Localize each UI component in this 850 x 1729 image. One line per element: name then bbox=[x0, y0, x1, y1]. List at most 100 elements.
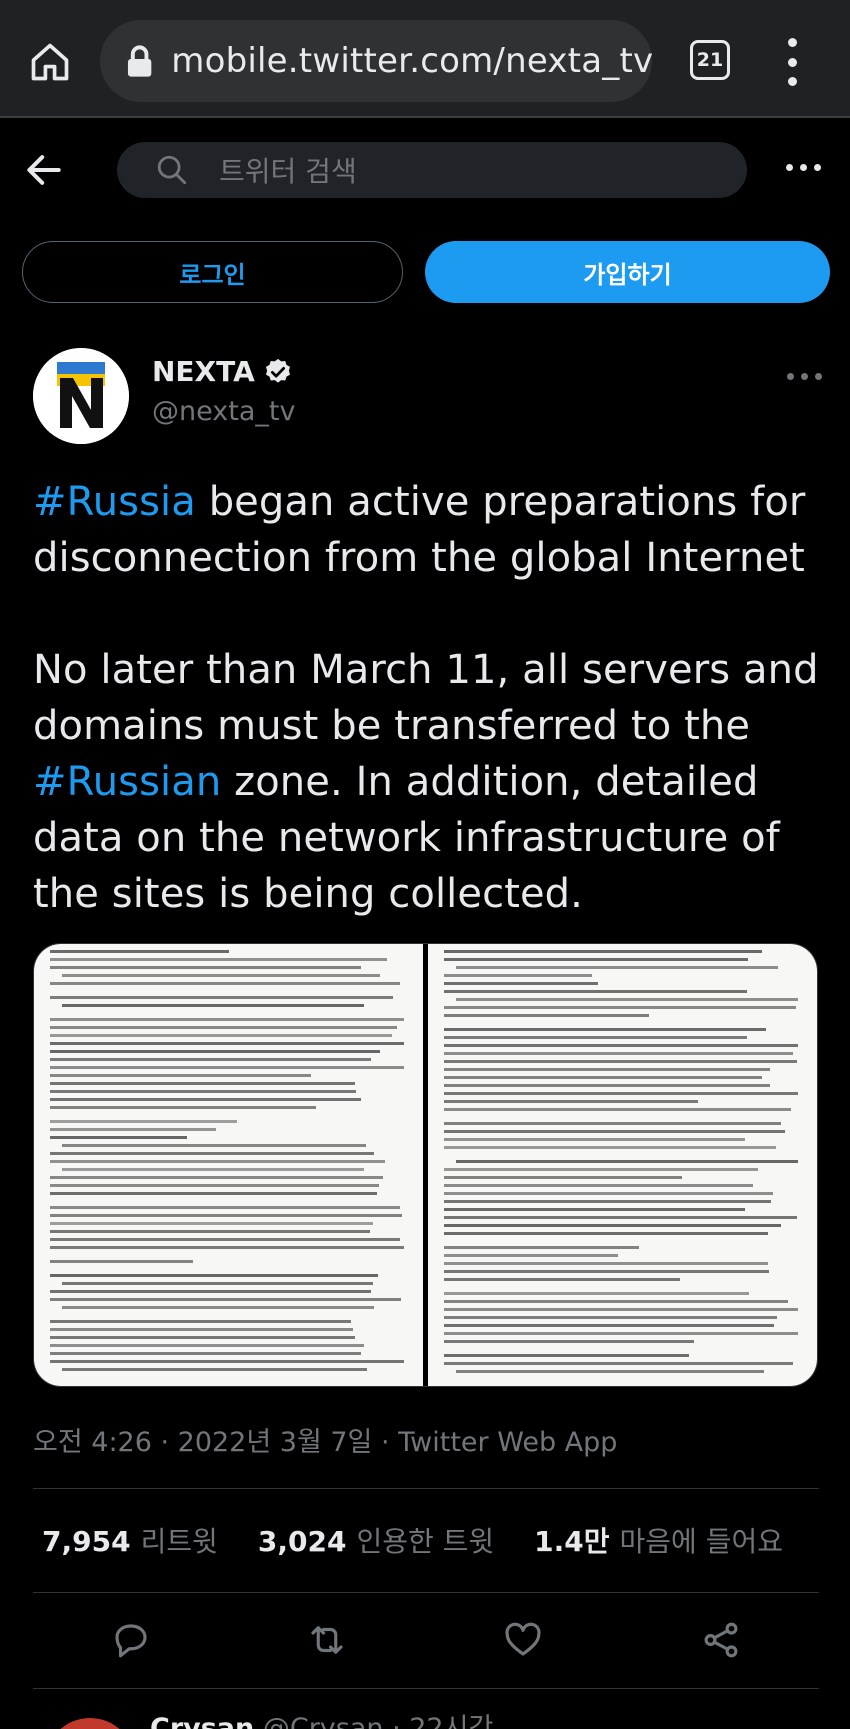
back-arrow-icon[interactable] bbox=[22, 148, 66, 192]
document-text-line bbox=[444, 1138, 746, 1141]
document-text-line bbox=[50, 1184, 379, 1187]
document-text-line bbox=[444, 1362, 794, 1365]
avatar[interactable] bbox=[33, 348, 129, 444]
tweet-actions bbox=[0, 1615, 850, 1665]
document-text-line bbox=[444, 1036, 748, 1039]
document-text-line bbox=[62, 1004, 365, 1007]
document-text-line bbox=[50, 1074, 312, 1077]
next-tweet-header[interactable]: Crysan @Crysan · 22시간 bbox=[150, 1706, 493, 1729]
search-input[interactable]: 트위터 검색 bbox=[117, 142, 747, 198]
document-image-1[interactable] bbox=[34, 944, 423, 1386]
document-text-line bbox=[50, 996, 393, 999]
next-tweet-avatar[interactable] bbox=[45, 1718, 135, 1729]
document-text-line bbox=[62, 1168, 364, 1171]
document-text-line bbox=[62, 1306, 375, 1309]
document-text-line bbox=[50, 1106, 316, 1109]
search-icon bbox=[157, 155, 187, 185]
document-text-line bbox=[50, 1238, 400, 1241]
document-text-line bbox=[444, 982, 599, 985]
document-text-line bbox=[50, 1034, 392, 1037]
document-text-line bbox=[444, 1044, 798, 1047]
likes-stat[interactable]: 1.4만 마음에 들어요 bbox=[534, 1520, 783, 1560]
document-text-line bbox=[444, 1146, 776, 1149]
hashtag-link[interactable]: #Russia bbox=[33, 479, 196, 525]
url-text: mobile.twitter.com/nexta_tv/ bbox=[171, 41, 652, 81]
document-text-line bbox=[444, 958, 748, 961]
document-text-line bbox=[50, 1298, 401, 1301]
signup-button[interactable]: 가입하기 bbox=[425, 241, 830, 303]
tab-switcher-button[interactable]: 21 bbox=[690, 40, 730, 80]
document-text-line bbox=[50, 1260, 193, 1263]
document-text-line bbox=[50, 1176, 384, 1179]
search-placeholder: 트위터 검색 bbox=[219, 155, 357, 188]
document-text-line bbox=[62, 1368, 368, 1371]
document-text-line bbox=[50, 982, 401, 985]
document-text-line bbox=[444, 1176, 682, 1179]
document-text-line bbox=[444, 1270, 770, 1273]
retweets-stat[interactable]: 7,954 리트윗 bbox=[42, 1520, 218, 1560]
document-text-line bbox=[50, 1230, 371, 1233]
document-text-line bbox=[444, 1014, 650, 1017]
document-text-line bbox=[50, 1246, 404, 1249]
document-text-line bbox=[444, 1068, 770, 1071]
document-text-line bbox=[444, 1224, 781, 1227]
lock-icon bbox=[127, 45, 152, 77]
document-text-line bbox=[444, 1028, 766, 1031]
like-icon[interactable] bbox=[498, 1615, 548, 1665]
quotes-stat[interactable]: 3,024 인용한 트윗 bbox=[258, 1520, 494, 1560]
document-image-2[interactable] bbox=[428, 944, 817, 1386]
document-text-line bbox=[456, 998, 798, 1001]
author-name[interactable]: NEXTA bbox=[152, 355, 293, 388]
document-text-line bbox=[444, 1354, 689, 1357]
tweet-more-icon[interactable] bbox=[787, 373, 822, 380]
document-text-line bbox=[50, 1344, 364, 1347]
document-text-line bbox=[444, 1084, 770, 1087]
document-text-line bbox=[444, 1092, 798, 1095]
share-icon[interactable] bbox=[696, 1615, 746, 1665]
more-options-icon[interactable] bbox=[786, 164, 821, 171]
divider bbox=[33, 1688, 819, 1689]
document-text-line bbox=[50, 1360, 404, 1363]
document-text-line bbox=[50, 1352, 361, 1355]
document-text-line bbox=[444, 1232, 768, 1235]
document-text-line bbox=[50, 1066, 404, 1069]
retweet-icon[interactable] bbox=[302, 1615, 352, 1665]
tweet-text: #Russia began active preparations for di… bbox=[33, 474, 833, 922]
document-text-line bbox=[444, 1316, 777, 1319]
document-text-line bbox=[50, 1128, 216, 1131]
author-handle[interactable]: @nexta_tv bbox=[152, 396, 295, 427]
document-text-line bbox=[444, 1200, 772, 1203]
document-text-line bbox=[456, 1370, 764, 1373]
browser-menu-icon[interactable] bbox=[776, 38, 808, 86]
document-text-line bbox=[444, 1122, 781, 1125]
document-text-line bbox=[50, 966, 361, 969]
document-text-line bbox=[456, 1160, 798, 1163]
hashtag-link[interactable]: #Russian bbox=[33, 759, 221, 805]
document-text-line bbox=[50, 1136, 188, 1139]
document-text-line bbox=[444, 1308, 798, 1311]
document-text-line bbox=[456, 966, 779, 969]
document-text-line bbox=[62, 974, 381, 977]
document-text-line bbox=[50, 1222, 374, 1225]
home-icon[interactable] bbox=[22, 34, 78, 90]
document-text-line bbox=[444, 1006, 796, 1009]
tweet-timestamp[interactable]: 오전 4:26 · 2022년 3월 7일 · Twitter Web App bbox=[33, 1420, 617, 1459]
document-text-line bbox=[50, 1026, 398, 1029]
tweet-media[interactable] bbox=[33, 943, 818, 1387]
login-button[interactable]: 로그인 bbox=[22, 241, 403, 303]
document-text-line bbox=[444, 974, 593, 977]
twitter-header: 트위터 검색 bbox=[0, 120, 850, 220]
document-text-line bbox=[444, 1324, 775, 1327]
document-text-line bbox=[444, 1208, 745, 1211]
document-text-line bbox=[50, 950, 230, 953]
document-text-line bbox=[50, 1192, 377, 1195]
document-text-line bbox=[50, 1290, 371, 1293]
document-text-line bbox=[62, 1144, 366, 1147]
author-name-text: NEXTA bbox=[152, 355, 255, 388]
document-text-line bbox=[50, 1090, 357, 1093]
nexta-logo-icon bbox=[33, 348, 129, 444]
document-text-line bbox=[444, 1300, 788, 1303]
reply-icon[interactable] bbox=[106, 1615, 156, 1665]
document-text-line bbox=[50, 1082, 355, 1085]
url-bar[interactable]: mobile.twitter.com/nexta_tv/ bbox=[100, 20, 652, 102]
